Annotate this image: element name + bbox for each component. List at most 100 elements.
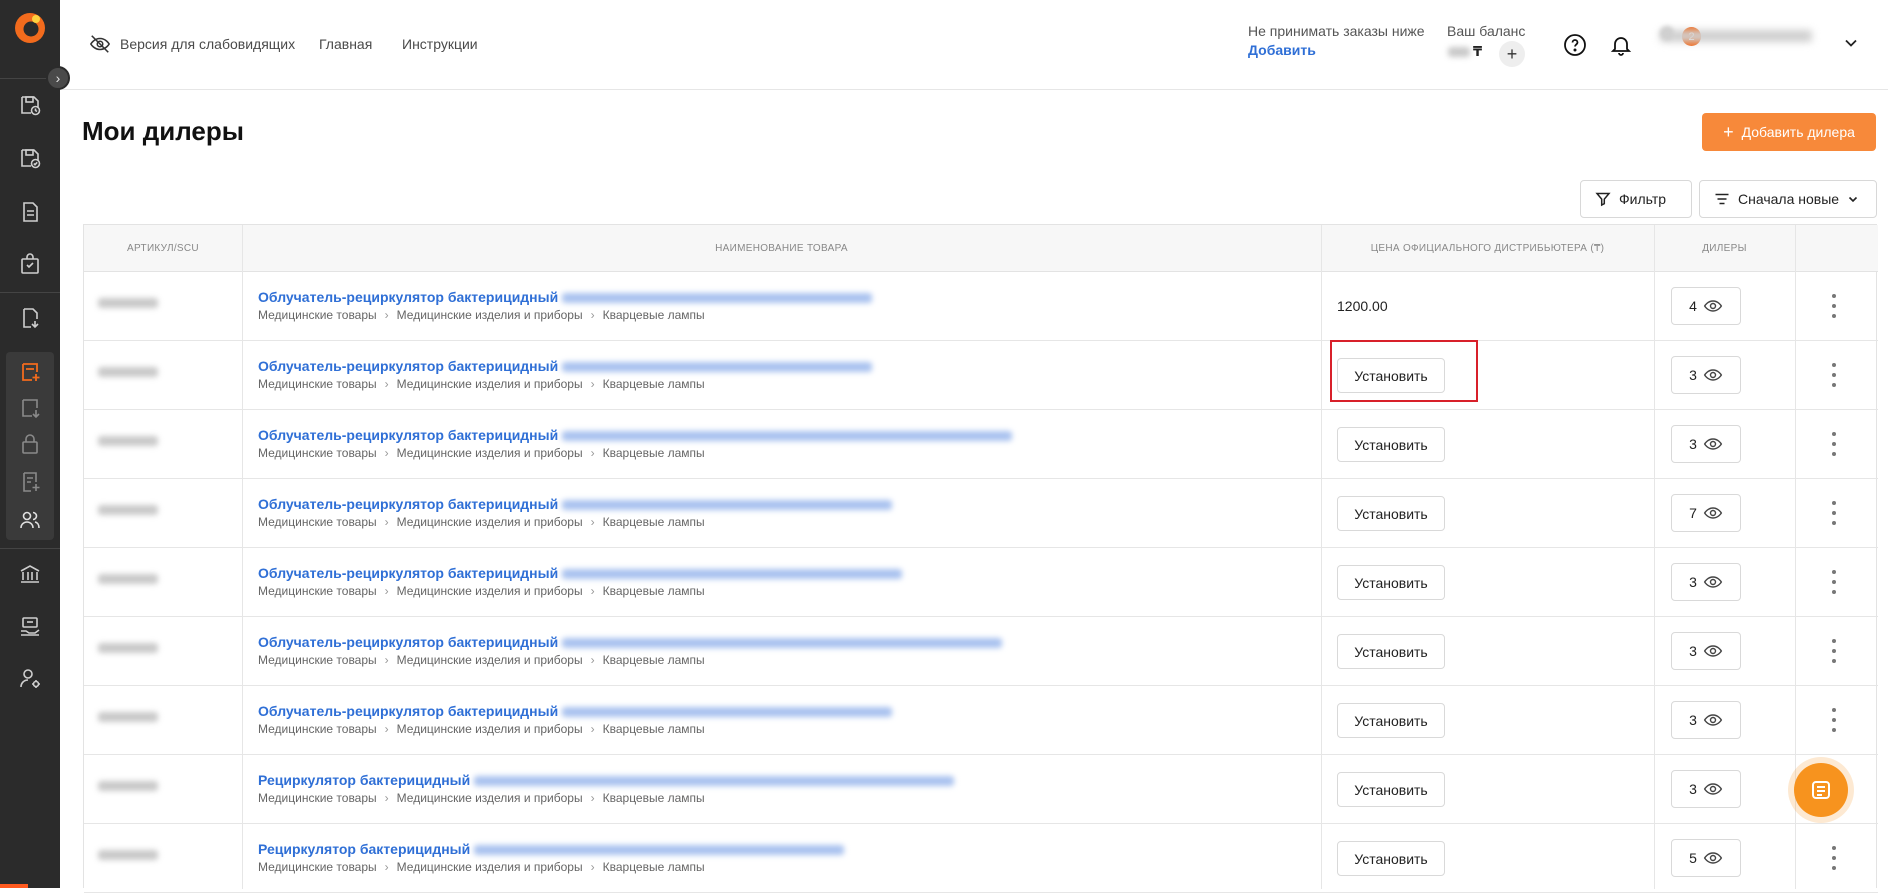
category-breadcrumb: Медицинские товары › Медицинские изделия и… [258, 377, 705, 391]
set-price-button[interactable]: Установить [1337, 496, 1445, 531]
breadcrumb-item[interactable]: Медицинские изделия и приборы [397, 308, 583, 322]
breadcrumb-item[interactable]: Медицинские изделия и приборы [397, 446, 583, 460]
eye-icon [1703, 645, 1723, 657]
dealers-count-button[interactable]: 4 [1671, 287, 1741, 325]
dealers-count-button[interactable]: 3 [1671, 701, 1741, 739]
breadcrumb-item[interactable]: Медицинские изделия и приборы [397, 653, 583, 667]
row-menu-icon[interactable] [1831, 501, 1837, 525]
breadcrumb-item[interactable]: Медицинские товары [258, 515, 377, 529]
product-name-link[interactable]: Облучатель-рециркулятор бактерицидный [258, 634, 1003, 650]
breadcrumb-item[interactable]: Кварцевые лампы [603, 860, 705, 874]
product-name-link[interactable]: Облучатель-рециркулятор бактерицидный [258, 427, 1013, 443]
row-menu-icon[interactable] [1831, 708, 1837, 732]
sidebar-item-13[interactable] [0, 654, 60, 702]
dealers-count-button[interactable]: 3 [1671, 632, 1741, 670]
dealers-count: 3 [1689, 367, 1697, 383]
sidebar-item-11[interactable] [0, 550, 60, 598]
sidebar-item-3[interactable] [0, 188, 60, 236]
product-name-link[interactable]: Рециркулятор бактерицидный [258, 772, 955, 788]
eye-off-icon[interactable] [89, 33, 111, 55]
logo[interactable] [12, 10, 48, 46]
column-header-sku[interactable]: АРТИКУЛ/SCU [84, 225, 242, 272]
product-name-link[interactable]: Облучатель-рециркулятор бактерицидный [258, 496, 893, 512]
product-name-link[interactable]: Облучатель-рециркулятор бактерицидный [258, 289, 873, 305]
dealers-count-button[interactable]: 7 [1671, 494, 1741, 532]
user-name-redacted[interactable] [1660, 30, 1812, 42]
breadcrumb-item[interactable]: Медицинские товары [258, 308, 377, 322]
table-row: Облучатель-рециркулятор бактерицидный Мед… [84, 410, 1878, 479]
payment-hand-icon [21, 617, 40, 636]
breadcrumb-item[interactable]: Медицинские изделия и приборы [397, 722, 583, 736]
breadcrumb-item[interactable]: Медицинские товары [258, 446, 377, 460]
breadcrumb-item[interactable]: Медицинские товары [258, 377, 377, 391]
set-price-button[interactable]: Установить [1337, 841, 1445, 876]
breadcrumb-item[interactable]: Медицинские товары [258, 584, 377, 598]
breadcrumb-item[interactable]: Кварцевые лампы [603, 446, 705, 460]
breadcrumb-item[interactable]: Кварцевые лампы [603, 515, 705, 529]
breadcrumb-item[interactable]: Медицинские товары [258, 722, 377, 736]
product-name-link[interactable]: Облучатель-рециркулятор бактерицидный [258, 703, 893, 719]
row-menu-icon[interactable] [1831, 639, 1837, 663]
set-price-button[interactable]: Установить [1337, 427, 1445, 462]
row-menu-icon[interactable] [1831, 846, 1837, 870]
sidebar-item-4[interactable] [0, 240, 60, 288]
set-price-button[interactable]: Установить [1337, 565, 1445, 600]
column-header-dealers[interactable]: ДИЛЕРЫ [1654, 225, 1795, 272]
nav-instructions-link[interactable]: Инструкции [402, 36, 478, 52]
chevron-right-icon: › [590, 584, 595, 598]
nav-home-link[interactable]: Главная [319, 36, 372, 52]
product-name-link[interactable]: Облучатель-рециркулятор бактерицидный [258, 565, 903, 581]
add-balance-button[interactable]: + [1499, 41, 1525, 67]
set-price-button[interactable]: Установить [1337, 634, 1445, 669]
chat-button[interactable] [1794, 763, 1848, 817]
chevron-down-icon[interactable] [1844, 36, 1858, 50]
breadcrumb-item[interactable]: Медицинские изделия и приборы [397, 791, 583, 805]
dealers-count-button[interactable]: 3 [1671, 356, 1741, 394]
breadcrumb-item[interactable]: Кварцевые лампы [603, 584, 705, 598]
filter-button[interactable]: Фильтр [1580, 180, 1692, 218]
dealers-count-button[interactable]: 3 [1671, 770, 1741, 808]
breadcrumb-item[interactable]: Медицинские изделия и приборы [397, 377, 583, 391]
sidebar-item-5[interactable] [0, 294, 60, 342]
row-menu-icon[interactable] [1831, 294, 1837, 318]
sidebar-item-2[interactable] [0, 134, 60, 182]
eye-icon [1703, 300, 1723, 312]
sidebar-expand-button[interactable]: › [46, 66, 70, 90]
doc-return-icon [23, 308, 39, 329]
dealers-count-button[interactable]: 5 [1671, 839, 1741, 877]
balance-currency: ₸ [1473, 44, 1483, 59]
row-menu-icon[interactable] [1831, 570, 1837, 594]
bell-icon[interactable] [1609, 33, 1633, 57]
column-header-price[interactable]: ЦЕНА ОФИЦИАЛЬНОГО ДИСТРИБЬЮТЕРА (₸) [1321, 225, 1654, 272]
eye-icon [1703, 369, 1723, 381]
product-name-link[interactable]: Рециркулятор бактерицидный [258, 841, 845, 857]
product-name-redacted [562, 293, 873, 304]
set-price-button[interactable]: Установить [1337, 703, 1445, 738]
sidebar [0, 0, 60, 888]
breadcrumb-item[interactable]: Медицинские изделия и приборы [397, 584, 583, 598]
breadcrumb-item[interactable]: Кварцевые лампы [603, 791, 705, 805]
breadcrumb-item[interactable]: Кварцевые лампы [603, 377, 705, 391]
breadcrumb-item[interactable]: Медицинские товары [258, 653, 377, 667]
sidebar-item-10[interactable] [0, 496, 60, 544]
set-price-button[interactable]: Установить [1337, 772, 1445, 807]
product-name-link[interactable]: Облучатель-рециркулятор бактерицидный [258, 358, 873, 374]
breadcrumb-item[interactable]: Медицинские изделия и приборы [397, 860, 583, 874]
column-header-name[interactable]: НАИМЕНОВАНИЕ ТОВАРА [242, 225, 1321, 272]
breadcrumb-item[interactable]: Кварцевые лампы [603, 653, 705, 667]
breadcrumb-item[interactable]: Медицинские товары [258, 791, 377, 805]
dealers-count-button[interactable]: 3 [1671, 563, 1741, 601]
min-orders-add-link[interactable]: Добавить [1248, 42, 1316, 58]
row-menu-icon[interactable] [1831, 432, 1837, 456]
sidebar-item-12[interactable] [0, 602, 60, 650]
dealers-count-button[interactable]: 3 [1671, 425, 1741, 463]
breadcrumb-item[interactable]: Кварцевые лампы [603, 308, 705, 322]
row-menu-icon[interactable] [1831, 363, 1837, 387]
breadcrumb-item[interactable]: Медицинские изделия и приборы [397, 515, 583, 529]
sort-dropdown[interactable]: Сначала новые [1699, 180, 1877, 218]
add-dealer-button[interactable]: + Добавить дилера [1702, 113, 1876, 151]
help-icon[interactable] [1563, 33, 1587, 57]
breadcrumb-item[interactable]: Медицинские товары [258, 860, 377, 874]
breadcrumb-item[interactable]: Кварцевые лампы [603, 722, 705, 736]
accessibility-link[interactable]: Версия для слабовидящих [120, 36, 295, 52]
